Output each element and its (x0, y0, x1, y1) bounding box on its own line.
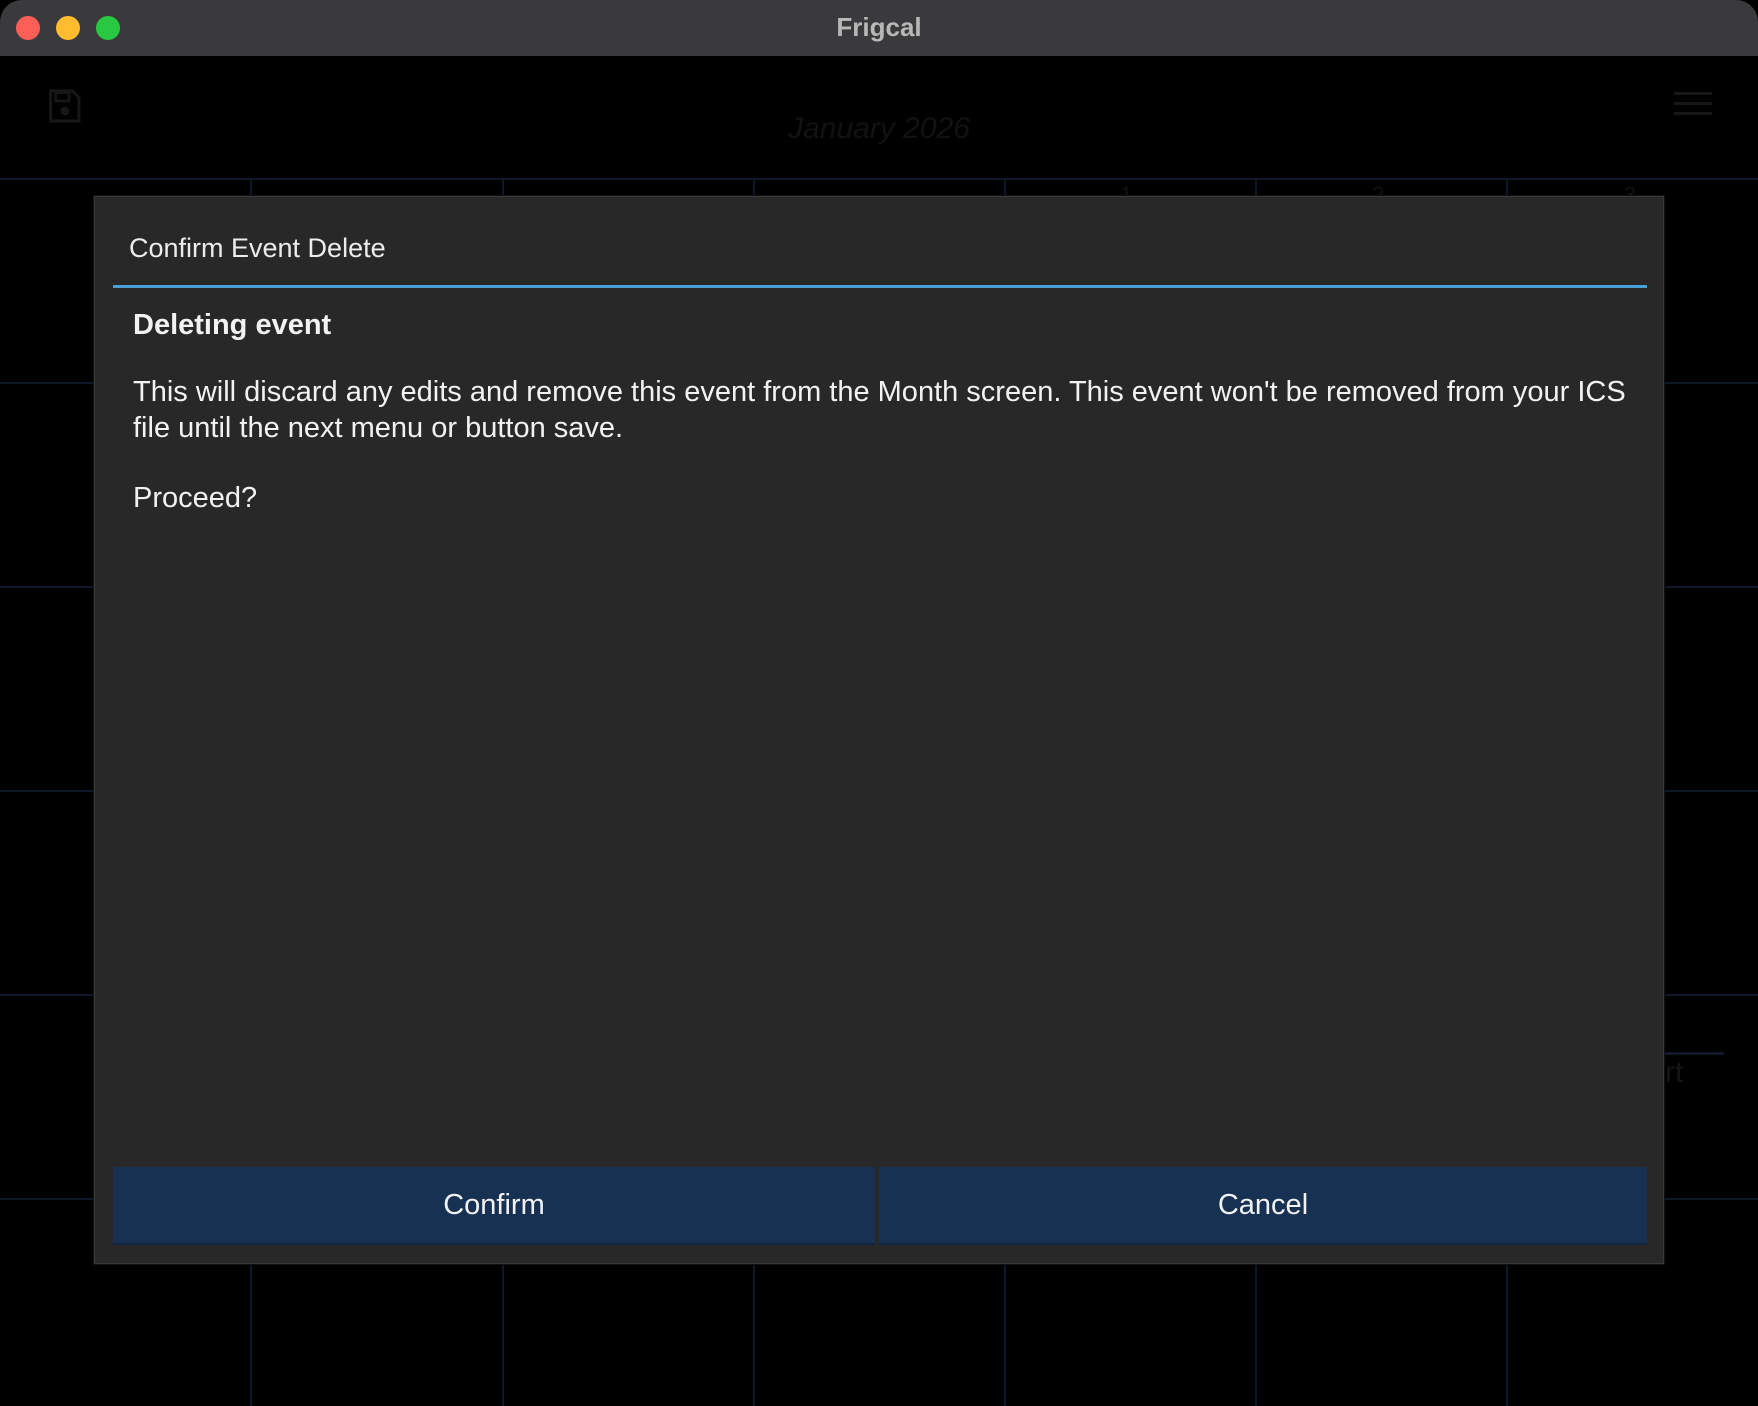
confirm-button[interactable]: Confirm (113, 1167, 875, 1245)
hamburger-menu-icon[interactable] (1674, 90, 1712, 118)
app-window: Frigcal January 2026 1 2 3 tart Confirm … (0, 0, 1758, 1406)
month-title: January 2026 (788, 112, 970, 145)
grid-line (0, 178, 1758, 180)
cancel-button[interactable]: Cancel (879, 1167, 1647, 1245)
dialog-body: Deleting event This will discard any edi… (133, 309, 1633, 515)
window-title: Frigcal (836, 12, 922, 42)
dialog-title: Confirm Event Delete (129, 233, 386, 263)
dialog-header: Confirm Event Delete (113, 197, 1647, 288)
dialog-heading: Deleting event (133, 309, 332, 341)
dialog-question: Proceed? (133, 482, 258, 514)
dialog-message: This will discard any edits and remove t… (133, 376, 1626, 444)
title-bar[interactable]: Frigcal (0, 0, 1758, 57)
confirm-delete-dialog: Confirm Event Delete Deleting event This… (94, 196, 1664, 1264)
